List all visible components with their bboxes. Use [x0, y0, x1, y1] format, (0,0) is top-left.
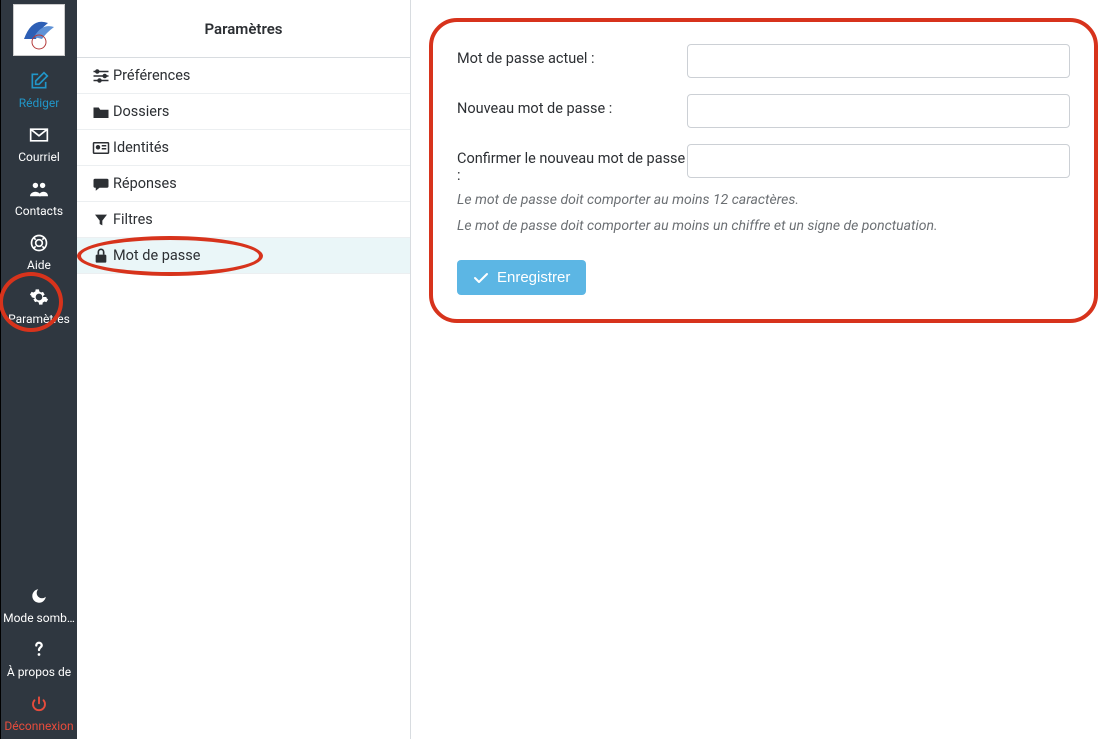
password-hint-2: Le mot de passe doit comporter au moins …: [457, 218, 1070, 234]
settings-item-identities[interactable]: Identités: [77, 130, 410, 166]
settings-item-responses[interactable]: Réponses: [77, 166, 410, 202]
settings-item-preferences[interactable]: Préférences: [77, 58, 410, 94]
save-button-label: Enregistrer: [497, 269, 570, 286]
current-password-input[interactable]: [687, 44, 1070, 78]
moon-icon: [28, 585, 50, 607]
folder-icon: [89, 104, 113, 120]
logo-icon: [18, 9, 60, 51]
nav-settings[interactable]: Paramètres: [1, 278, 77, 332]
nav-label: Rédiger: [19, 96, 60, 110]
new-password-input[interactable]: [687, 94, 1070, 128]
settings-column: Paramètres Préférences Dossiers Identité…: [77, 0, 411, 739]
nav-label: Aide: [27, 258, 51, 272]
settings-item-label: Dossiers: [113, 103, 169, 120]
nav-label: Paramètres: [8, 312, 70, 326]
form-row-confirm: Confirmer le nouveau mot de passe :: [457, 144, 1070, 184]
settings-item-label: Réponses: [113, 175, 177, 192]
current-password-label: Mot de passe actuel :: [457, 44, 687, 78]
nav-label: Déconnexion: [4, 719, 73, 733]
nav-label: Contacts: [15, 204, 63, 218]
settings-item-folders[interactable]: Dossiers: [77, 94, 410, 130]
nav-contacts[interactable]: Contacts: [1, 170, 77, 224]
sliders-icon: [89, 68, 113, 84]
nav-help[interactable]: Aide: [1, 224, 77, 278]
sidebar: Rédiger Courriel Contacts Aide Paramètre…: [0, 0, 77, 739]
nav-mail[interactable]: Courriel: [1, 116, 77, 170]
nav-label: À propos de: [7, 665, 71, 679]
speech-icon: [89, 176, 113, 192]
settings-list: Préférences Dossiers Identités Réponses: [77, 58, 410, 274]
settings-item-label: Mot de passe: [113, 247, 200, 264]
lock-icon: [89, 247, 113, 265]
nav-label: Mode somb…: [3, 611, 75, 625]
lifebuoy-icon: [28, 232, 50, 254]
settings-item-filters[interactable]: Filtres: [77, 202, 410, 238]
check-icon: [473, 271, 489, 285]
nav-label: Courriel: [18, 150, 60, 164]
nav-compose[interactable]: Rédiger: [1, 62, 77, 116]
users-icon: [28, 178, 50, 200]
question-icon: [28, 639, 50, 661]
password-form-highlight: Mot de passe actuel : Nouveau mot de pas…: [429, 18, 1098, 323]
settings-item-label: Préférences: [113, 67, 190, 84]
form-row-current: Mot de passe actuel :: [457, 44, 1070, 78]
confirm-password-label: Confirmer le nouveau mot de passe :: [457, 144, 687, 184]
envelope-icon: [28, 124, 50, 146]
settings-header: Paramètres: [77, 0, 410, 58]
compose-icon: [28, 70, 50, 92]
nav-about[interactable]: À propos de: [1, 631, 77, 685]
nav-darkmode[interactable]: Mode somb…: [1, 577, 77, 631]
save-button[interactable]: Enregistrer: [457, 260, 586, 295]
form-row-new: Nouveau mot de passe :: [457, 94, 1070, 128]
main-content: Mot de passe actuel : Nouveau mot de pas…: [411, 0, 1116, 739]
nav-logout[interactable]: Déconnexion: [1, 685, 77, 739]
settings-item-label: Identités: [113, 139, 169, 156]
gear-icon: [28, 286, 50, 308]
confirm-password-input[interactable]: [687, 144, 1070, 178]
settings-item-password[interactable]: Mot de passe: [77, 238, 410, 274]
funnel-icon: [89, 212, 113, 228]
app-logo: [13, 4, 65, 56]
id-card-icon: [89, 141, 113, 155]
power-icon: [28, 693, 50, 715]
new-password-label: Nouveau mot de passe :: [457, 94, 687, 128]
settings-item-label: Filtres: [113, 211, 153, 228]
password-hint-1: Le mot de passe doit comporter au moins …: [457, 192, 1070, 208]
